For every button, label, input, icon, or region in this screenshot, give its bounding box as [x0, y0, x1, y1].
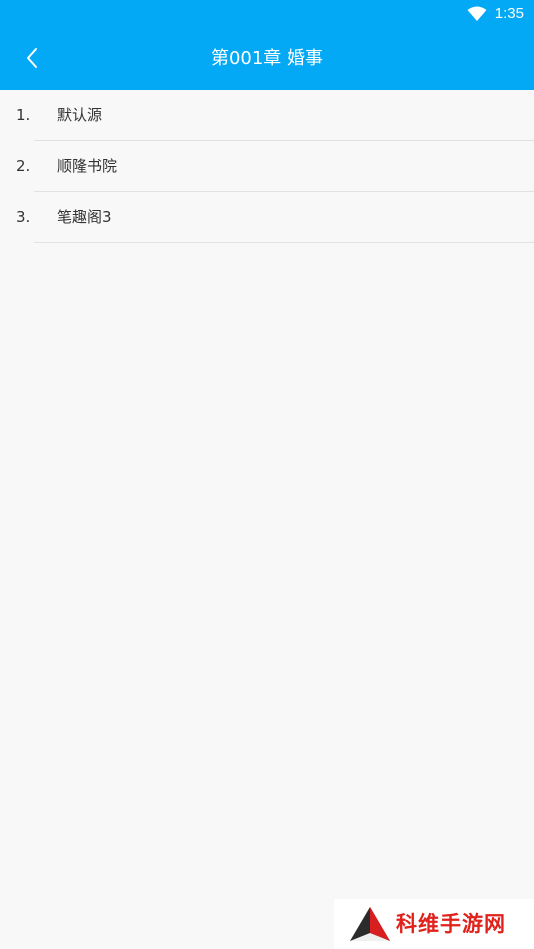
divider: [34, 242, 534, 243]
screen: 1:35 第001章 婚事 1. 默认源 2. 顺隆书院 3. 笔趣阁3 科维手…: [0, 0, 534, 949]
watermark-logo-icon: [350, 907, 390, 941]
status-indicators: 1:35: [467, 3, 524, 25]
watermark: 科维手游网: [334, 899, 534, 949]
item-index: 3.: [16, 208, 31, 226]
watermark-text: 科维手游网: [396, 912, 506, 936]
item-label: 顺隆书院: [57, 157, 118, 175]
item-label: 笔趣阁3: [57, 208, 112, 226]
item-index: 2.: [16, 157, 31, 175]
page-title: 第001章 婚事: [210, 48, 324, 69]
list-item[interactable]: 2. 顺隆书院: [0, 141, 534, 192]
status-time: 1:35: [494, 5, 524, 22]
chevron-left-icon: [27, 48, 37, 68]
item-label: 默认源: [57, 106, 103, 124]
status-bar: 1:35: [0, 0, 534, 28]
list-item[interactable]: 1. 默认源: [0, 90, 534, 141]
back-button[interactable]: [10, 36, 54, 80]
item-index: 1.: [16, 106, 31, 124]
list-item[interactable]: 3. 笔趣阁3: [0, 192, 534, 243]
wifi-icon: [467, 6, 487, 21]
source-list: 1. 默认源 2. 顺隆书院 3. 笔趣阁3: [0, 90, 534, 243]
toolbar: 第001章 婚事: [0, 28, 534, 90]
